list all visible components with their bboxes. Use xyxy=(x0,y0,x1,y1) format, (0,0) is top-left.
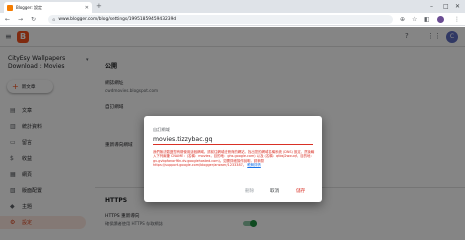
close-tab-icon[interactable]: ✕ xyxy=(85,5,89,11)
browser-tab-strip: Blogger: 設定 ✕ + – □ ✕ xyxy=(0,0,465,13)
blogger-favicon-icon xyxy=(7,4,13,11)
close-window-icon[interactable]: ✕ xyxy=(455,2,460,11)
site-info-icon[interactable]: ⊙ xyxy=(52,17,55,22)
delete-button[interactable]: 刪除 xyxy=(245,188,254,194)
minimize-icon[interactable]: – xyxy=(430,2,433,11)
new-tab-icon[interactable]: + xyxy=(96,2,102,11)
address-bar[interactable]: ⊙ www.blogger.com/blog/settings/19951859… xyxy=(48,15,393,24)
domain-verification-error: 我們無法驗證您有權使用這個網域。請前往網域註冊商的網站，找出您的網域名稱系統 (… xyxy=(153,150,315,167)
forward-icon[interactable]: → xyxy=(18,15,23,24)
reload-icon[interactable]: ↻ xyxy=(31,15,36,24)
browser-toolbar: ← → ↻ ⊙ www.blogger.com/blog/settings/19… xyxy=(0,13,465,26)
browser-profile-avatar[interactable] xyxy=(437,16,444,23)
dialog-title: 自訂網域 xyxy=(153,127,170,132)
tab-title: Blogger: 設定 xyxy=(16,4,43,10)
blogger-app: ≡ B ? ⋮⋮ C CityEsy Wallpapers Download :… xyxy=(0,27,465,240)
learn-more-link[interactable]: 瞭解詳情 xyxy=(247,163,261,167)
error-text: 我們無法驗證您有權使用這個網域。請前往網域註冊商的網站，找出您的網域名稱系統 (… xyxy=(153,150,315,167)
maximize-icon[interactable]: □ xyxy=(443,2,449,11)
extensions-icon[interactable]: ◧ xyxy=(424,15,430,24)
zoom-icon[interactable]: ⊕ xyxy=(400,15,405,24)
save-button[interactable]: 儲存 xyxy=(296,188,305,194)
cancel-button[interactable]: 取消 xyxy=(270,188,279,194)
browser-menu-icon[interactable]: ⋮ xyxy=(454,15,460,24)
address-url: www.blogger.com/blog/settings/1995185945… xyxy=(58,17,177,22)
back-icon[interactable]: ← xyxy=(5,15,10,24)
custom-domain-dialog: 自訂網域 movies.tizzybac.gq 我們無法驗證您有權使用這個網域。… xyxy=(144,116,322,202)
custom-domain-input[interactable]: movies.tizzybac.gq xyxy=(153,135,313,145)
bookmark-star-icon[interactable]: ☆ xyxy=(412,15,417,24)
browser-tab[interactable]: Blogger: 設定 ✕ xyxy=(4,2,92,13)
